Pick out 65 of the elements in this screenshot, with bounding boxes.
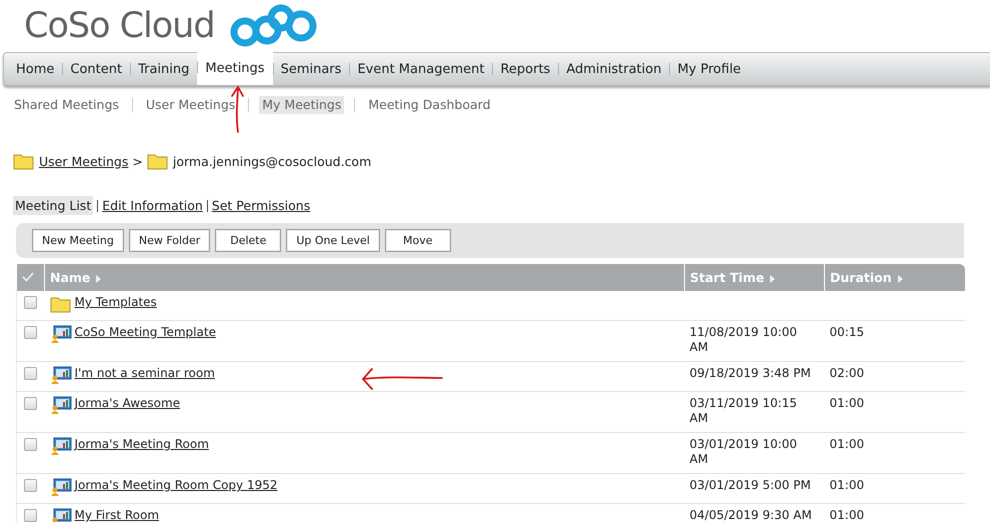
row-checkbox[interactable] bbox=[24, 479, 37, 492]
nav-tab[interactable]: Seminars bbox=[272, 53, 350, 85]
duration: 02:00 bbox=[830, 366, 864, 380]
nav-tab[interactable]: Meetings bbox=[197, 51, 273, 85]
toolbar-button[interactable]: New Folder bbox=[128, 229, 210, 252]
breadcrumb-link[interactable]: User Meetings bbox=[39, 154, 128, 168]
subnav-link[interactable]: Meeting Dashboard bbox=[365, 96, 494, 114]
duration: 01:00 bbox=[830, 508, 864, 522]
subnav-link[interactable]: User Meetings bbox=[142, 96, 238, 114]
meeting-link[interactable]: Jorma's Awesome bbox=[74, 396, 180, 411]
breadcrumb-current: jorma.jennings@cosocloud.com bbox=[172, 154, 372, 168]
row-checkbox[interactable] bbox=[24, 367, 37, 380]
meeting-link[interactable]: I'm not a seminar room bbox=[74, 366, 215, 381]
meeting-link[interactable]: CoSo Meeting Template bbox=[74, 325, 216, 340]
duration: 01:00 bbox=[830, 396, 864, 410]
nav-tab[interactable]: Content bbox=[62, 53, 130, 85]
presentation-icon bbox=[50, 396, 72, 414]
sort-arrow-icon[interactable] bbox=[898, 274, 903, 283]
logo-text: CoSo Cloud bbox=[24, 6, 215, 46]
nav-tab[interactable]: Event Management bbox=[349, 53, 492, 85]
folder-icon bbox=[13, 152, 35, 170]
duration: 01:00 bbox=[830, 478, 864, 492]
row-checkbox[interactable] bbox=[24, 296, 37, 309]
toolbar-button[interactable]: New Meeting bbox=[32, 229, 124, 252]
row-checkbox[interactable] bbox=[24, 509, 37, 522]
subnav-link[interactable]: My Meetings bbox=[259, 96, 344, 114]
nav-tab[interactable]: My Profile bbox=[669, 53, 749, 85]
folder-icon bbox=[50, 295, 72, 313]
nav-tab[interactable]: Reports bbox=[492, 53, 558, 85]
view-tab[interactable]: Set Permissions bbox=[212, 198, 310, 213]
start-time: 04/05/2019 9:30 AM bbox=[690, 508, 812, 522]
view-tab[interactable]: Edit Information bbox=[102, 198, 203, 213]
duration: 01:00 bbox=[830, 437, 864, 451]
start-time: 03/01/2019 10:00 AM bbox=[690, 437, 798, 466]
nav-tab[interactable]: Administration bbox=[558, 53, 670, 85]
view-tab[interactable]: Meeting List bbox=[13, 196, 94, 215]
toolbar-button[interactable]: Up One Level bbox=[286, 229, 380, 252]
toolbar-button[interactable]: Delete bbox=[215, 229, 282, 252]
check-icon[interactable] bbox=[22, 272, 34, 282]
presentation-icon bbox=[50, 325, 72, 343]
presentation-icon bbox=[50, 478, 72, 496]
duration: 00:15 bbox=[830, 325, 864, 339]
subnav-link[interactable]: Shared Meetings bbox=[11, 96, 122, 114]
presentation-icon bbox=[50, 366, 72, 384]
start-time: 03/01/2019 5:00 PM bbox=[690, 478, 811, 492]
folder-icon bbox=[146, 152, 169, 170]
row-checkbox[interactable] bbox=[24, 326, 37, 339]
meeting-link[interactable]: My First Room bbox=[74, 508, 160, 522]
row-checkbox[interactable] bbox=[24, 397, 37, 410]
row-checkbox[interactable] bbox=[24, 438, 37, 451]
start-time: 03/11/2019 10:15 AM bbox=[690, 396, 798, 425]
meeting-link[interactable]: Jorma's Meeting Room bbox=[74, 437, 209, 452]
nav-tab[interactable]: Training bbox=[130, 53, 198, 85]
cloud-logo-icon bbox=[228, 4, 319, 48]
presentation-icon bbox=[50, 508, 72, 522]
meeting-link[interactable]: Jorma's Meeting Room Copy 1952 bbox=[74, 478, 278, 493]
meeting-link[interactable]: My Templates bbox=[74, 295, 157, 310]
toolbar-button[interactable]: Move bbox=[384, 229, 451, 252]
nav-tab[interactable]: Home bbox=[8, 53, 62, 85]
start-time: 09/18/2019 3:48 PM bbox=[690, 366, 811, 380]
start-time: 11/08/2019 10:00 AM bbox=[690, 325, 798, 354]
sort-arrow-icon[interactable] bbox=[96, 274, 102, 283]
sort-arrow-icon[interactable] bbox=[770, 274, 776, 283]
breadcrumb-separator: > bbox=[132, 154, 143, 168]
presentation-icon bbox=[50, 437, 72, 455]
